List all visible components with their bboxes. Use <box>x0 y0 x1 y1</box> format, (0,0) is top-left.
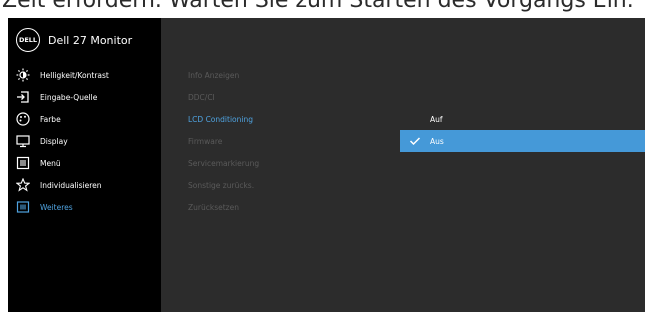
caption-text: Zeit erfordern. Warten Sie zum Starten d… <box>2 0 634 13</box>
sidebar-item-personalize[interactable]: Individualisieren <box>8 174 161 196</box>
sidebar-item-label: Helligkeit/Kontrast <box>40 70 109 80</box>
submenu-item-factory-reset[interactable]: Zurücksetzen <box>188 196 259 218</box>
option-label: Auf <box>430 114 443 124</box>
osd-window: DELL Dell 27 Monitor Helligkeit/Kontrast… <box>8 18 645 312</box>
option-list: Auf Aus <box>400 108 645 152</box>
sidebar-item-label: Display <box>40 136 68 146</box>
sidebar-item-display[interactable]: Display <box>8 130 161 152</box>
submenu-item-firmware[interactable]: Firmware <box>188 130 259 152</box>
submenu-item-lcd-conditioning[interactable]: LCD Conditioning <box>188 108 259 130</box>
input-source-icon <box>16 90 30 104</box>
sidebar-menu: Helligkeit/Kontrast Eingabe-Quelle Farbe… <box>8 64 161 218</box>
option-label: Aus <box>430 136 444 146</box>
dell-logo: DELL <box>16 28 40 52</box>
sidebar-item-label: Eingabe-Quelle <box>40 92 98 102</box>
sidebar-item-label: Individualisieren <box>40 180 102 190</box>
sidebar: DELL Dell 27 Monitor Helligkeit/Kontrast… <box>8 18 161 312</box>
star-icon <box>16 178 30 192</box>
option-on[interactable]: Auf <box>400 108 645 130</box>
submenu-item-display-info[interactable]: Info Anzeigen <box>188 64 259 86</box>
others-icon <box>16 200 30 214</box>
sidebar-item-color[interactable]: Farbe <box>8 108 161 130</box>
menu-icon <box>16 156 30 170</box>
sidebar-item-menu[interactable]: Menü <box>8 152 161 174</box>
submenu-item-reset-other[interactable]: Sonstige zurücks. <box>188 174 259 196</box>
sidebar-item-input-source[interactable]: Eingabe-Quelle <box>8 86 161 108</box>
model-name: Dell 27 Monitor <box>48 33 133 47</box>
checkmark-icon <box>400 136 430 146</box>
color-icon <box>16 112 30 126</box>
brand: DELL Dell 27 Monitor <box>16 28 133 52</box>
submenu-item-ddc-ci[interactable]: DDC/CI <box>188 86 259 108</box>
sidebar-item-label: Weiteres <box>40 202 73 212</box>
brightness-icon <box>16 68 30 82</box>
submenu-item-service-tag[interactable]: Servicemarkierung <box>188 152 259 174</box>
sidebar-item-others[interactable]: Weiteres <box>8 196 161 218</box>
sidebar-item-label: Farbe <box>40 114 61 124</box>
display-icon <box>16 134 30 148</box>
option-off[interactable]: Aus <box>400 130 645 152</box>
sidebar-item-brightness-contrast[interactable]: Helligkeit/Kontrast <box>8 64 161 86</box>
sidebar-item-label: Menü <box>40 158 61 168</box>
submenu: Info Anzeigen DDC/CI LCD Conditioning Fi… <box>188 64 259 218</box>
